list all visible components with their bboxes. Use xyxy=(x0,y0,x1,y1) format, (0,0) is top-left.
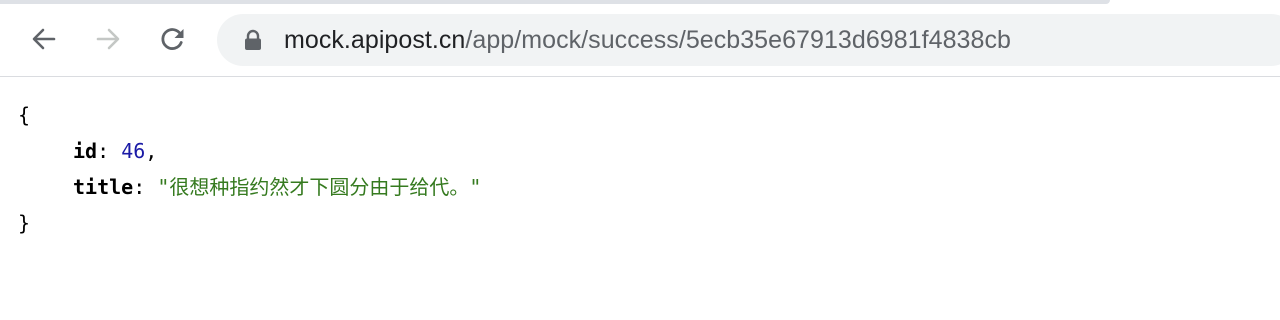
reload-button[interactable] xyxy=(155,21,191,57)
json-response-view: { id: 46, title: "很想种指约然才下圆分由于给代。" } xyxy=(18,97,481,241)
arrow-right-icon xyxy=(96,28,120,50)
json-close-brace: } xyxy=(18,211,31,235)
url-text[interactable]: mock.apipost.cn/app/mock/success/5ecb35e… xyxy=(284,14,1011,66)
url-host: mock.apipost.cn xyxy=(284,26,466,54)
json-key: id xyxy=(73,139,98,163)
json-string-value: "很想种指约然才下圆分由于给代。" xyxy=(157,175,482,199)
json-open-brace: { xyxy=(18,103,31,127)
reload-icon xyxy=(161,28,184,50)
browser-window: mock.apipost.cn/app/mock/success/5ecb35e… xyxy=(0,0,1280,320)
lock-icon[interactable] xyxy=(243,29,263,51)
forward-button[interactable] xyxy=(90,21,126,57)
url-path: /app/mock/success/5ecb35e67913d6981f4838… xyxy=(465,26,1011,54)
browser-toolbar: mock.apipost.cn/app/mock/success/5ecb35e… xyxy=(0,4,1280,77)
json-number-value: 46 xyxy=(121,139,146,163)
back-button[interactable] xyxy=(26,21,62,57)
json-field-row: id: 46, xyxy=(73,139,158,163)
json-field-row: title: "很想种指约然才下圆分由于给代。" xyxy=(73,175,482,199)
json-key: title xyxy=(73,175,134,199)
address-bar[interactable]: mock.apipost.cn/app/mock/success/5ecb35e… xyxy=(217,14,1280,66)
arrow-left-icon xyxy=(32,28,56,50)
